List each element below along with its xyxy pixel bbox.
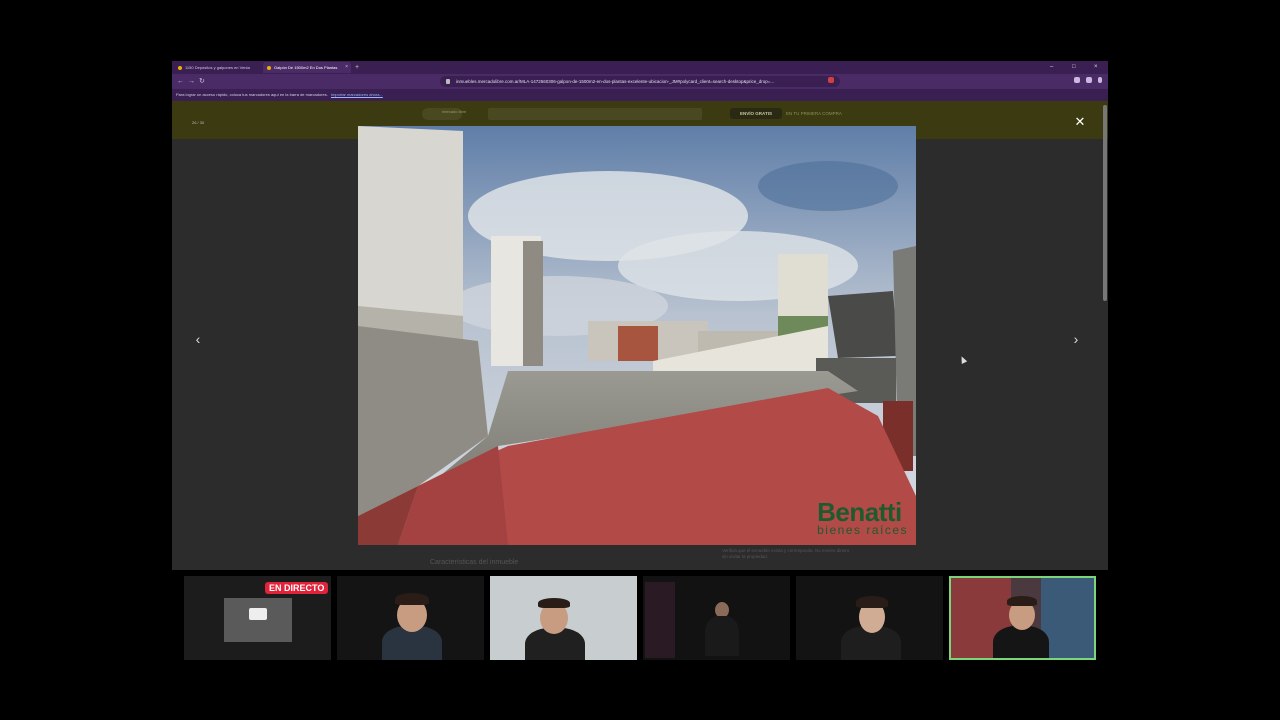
watermark-brand: Benatti [817, 497, 902, 527]
url-text: inmuebles.mercadolibre.com.ar/MLA-147256… [456, 79, 775, 84]
tab-listing-search[interactable]: 1150 Depósitos y galpones en Venta [174, 62, 262, 73]
participant-hair [1007, 596, 1037, 606]
import-bookmarks-link[interactable]: Importar marcadores ahora... [331, 92, 383, 97]
sidebar-icon[interactable] [1074, 77, 1080, 83]
maximize-button[interactable]: □ [1072, 61, 1076, 74]
participant-body [705, 616, 739, 656]
watermark-logo: Benatti bienes raíces [817, 497, 908, 537]
participant-headset [856, 596, 888, 608]
participant-hair [538, 598, 570, 608]
tab-bar: 1150 Depósitos y galpones en Venta Galpó… [172, 61, 1108, 74]
promo-text: EN TU PRIMERA COMPRA [786, 111, 842, 116]
webcam-tile[interactable] [796, 576, 943, 660]
site-logo[interactable]: mercado libre [422, 108, 466, 120]
site-search-input[interactable] [488, 108, 702, 120]
webcam-background [645, 582, 675, 658]
shipping-badge: ENVÍO GRATIS [730, 108, 782, 119]
extensions-icon[interactable] [1086, 77, 1092, 83]
webcam-tile[interactable] [643, 576, 790, 660]
forward-icon[interactable]: → [188, 76, 195, 87]
tab-title: 1150 Depósitos y galpones en Venta [185, 65, 250, 70]
lock-icon [446, 79, 450, 84]
window-close-button[interactable]: × [1094, 61, 1098, 74]
live-badge: EN DIRECTO [265, 582, 329, 594]
screen: 1150 Depósitos y galpones en Venta Galpó… [0, 0, 1280, 720]
close-gallery-button[interactable]: ✕ [1073, 115, 1087, 129]
safety-note: Verificá que el inmueble exista y corres… [722, 548, 850, 559]
scrollbar[interactable] [1103, 105, 1107, 301]
monitor-icon [249, 608, 267, 620]
url-field[interactable]: inmuebles.mercadolibre.com.ar/MLA-147256… [440, 76, 840, 87]
browser-window: 1150 Depósitos y galpones en Venta Galpó… [172, 61, 1108, 570]
menu-icon[interactable] [1098, 77, 1102, 83]
webcam-background [1041, 578, 1094, 658]
extension-icon[interactable] [828, 77, 834, 83]
bookmarks-bar: Para lograr un acceso rápido, coloca tus… [172, 89, 1108, 101]
tab-active-listing[interactable]: Galpón De 1500m2 En Dos Plantas × [263, 62, 351, 73]
rooftop-image [358, 126, 916, 545]
section-heading: Características del inmueble [430, 559, 519, 566]
tab-close-icon[interactable]: × [345, 62, 348, 73]
new-tab-button[interactable]: + [355, 62, 359, 73]
participant-headset [395, 593, 429, 605]
gallery-photo[interactable]: Benatti bienes raíces [358, 126, 916, 545]
gallery-counter: 26 / 30 [192, 120, 205, 125]
logo-text: mercado libre [442, 109, 467, 114]
participant-body [993, 626, 1049, 658]
favicon-icon [178, 66, 182, 70]
favicon-icon [267, 66, 271, 70]
webcam-tile-active-speaker[interactable] [949, 576, 1096, 660]
watermark-subtitle: bienes raíces [817, 523, 908, 537]
screen-share-thumbnail [224, 598, 292, 642]
webcam-tile[interactable] [490, 576, 637, 660]
webcam-tile[interactable] [337, 576, 484, 660]
minimize-button[interactable]: – [1050, 61, 1053, 74]
bookmarks-hint: Para lograr un acceso rápido, coloca tus… [176, 92, 328, 97]
back-icon[interactable]: ← [177, 76, 184, 87]
previous-photo-button[interactable]: ‹ [191, 331, 205, 347]
reload-icon[interactable]: ↻ [199, 76, 205, 87]
address-bar-row: ← → ↻ inmuebles.mercadolibre.com.ar/MLA-… [172, 74, 1108, 89]
next-photo-button[interactable]: › [1069, 331, 1083, 347]
tab-title: Galpón De 1500m2 En Dos Plantas [274, 65, 338, 70]
